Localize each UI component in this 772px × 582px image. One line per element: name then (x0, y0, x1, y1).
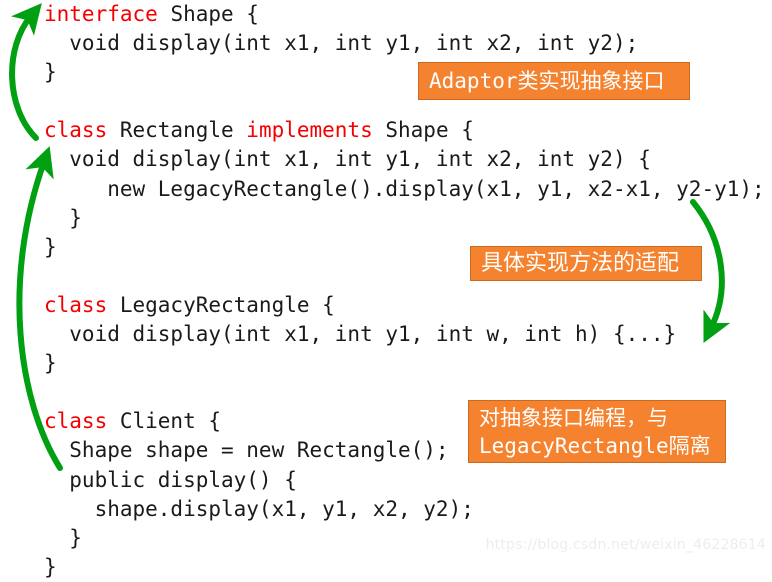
code-text: public display() { (44, 467, 297, 492)
code-line: void display(int x1, int y1, int x2, int… (44, 145, 772, 174)
code-text: Shape { (157, 2, 259, 26)
callout-client-line-2: LegacyRectangle隔离 (479, 433, 711, 458)
code-line: shape.display(x1, y1, x2, y2); (44, 495, 772, 524)
code-text: new LegacyRectangle().display(x1, y1, x2… (44, 176, 765, 201)
code-line: void display(int x1, int y1, int x2, int… (44, 29, 772, 58)
watermark: https://blog.csdn.net/weixin_46228614 (485, 537, 766, 553)
code-keyword: interface (44, 2, 158, 26)
code-text: } (44, 234, 57, 259)
callout-adaptor-line-1: Adaptor类实现抽象接口 (429, 69, 665, 93)
callout-method-line-1: 具体实现方法的适配 (481, 250, 680, 276)
code-keyword: class (44, 292, 108, 317)
callout-adaptor: Adaptor类实现抽象接口 (418, 62, 690, 100)
code-line: interface Shape { (44, 0, 772, 29)
code-text: shape.display(x1, y1, x2, y2); (44, 496, 474, 521)
arrow-interface-up (9, 3, 42, 141)
code-line: class LegacyRectangle { (44, 291, 772, 320)
code-line: } (44, 349, 772, 378)
code-text: LegacyRectangle { (107, 292, 335, 317)
code-text: void display(int x1, int y1, int x2, int… (44, 31, 639, 56)
code-text: void display(int x1, int y1, int w, int … (44, 322, 677, 347)
code-keyword: class (44, 118, 108, 143)
code-line: } (44, 553, 772, 582)
callout-method-adaptation: 具体实现方法的适配 (470, 246, 702, 281)
code-keyword: class (44, 409, 108, 434)
code-text: } (44, 525, 82, 550)
code-keyword: implements (246, 118, 373, 143)
code-line: public display() { (44, 466, 772, 495)
code-text: Shape shape = new Rectangle(); (44, 438, 449, 463)
code-text: } (44, 554, 57, 579)
code-text: } (44, 205, 82, 230)
code-line: void display(int x1, int y1, int w, int … (44, 320, 772, 349)
slide-canvas: interface Shape { void display(int x1, i… (0, 0, 772, 579)
callout-client-isolation: 对抽象接口编程，与 LegacyRectangle隔离 (468, 400, 726, 463)
code-line: } (44, 204, 772, 233)
code-text: } (44, 60, 57, 85)
code-line: new LegacyRectangle().display(x1, y1, x2… (44, 175, 772, 204)
code-text: Rectangle (107, 118, 247, 143)
code-text: Shape { (372, 118, 474, 143)
code-text: Client { (107, 409, 222, 434)
code-text: } (44, 351, 57, 376)
code-line: class Rectangle implements Shape { (44, 116, 772, 145)
code-text: void display(int x1, int y1, int x2, int… (44, 147, 651, 172)
callout-client-line-1: 对抽象接口编程，与 (479, 405, 668, 430)
